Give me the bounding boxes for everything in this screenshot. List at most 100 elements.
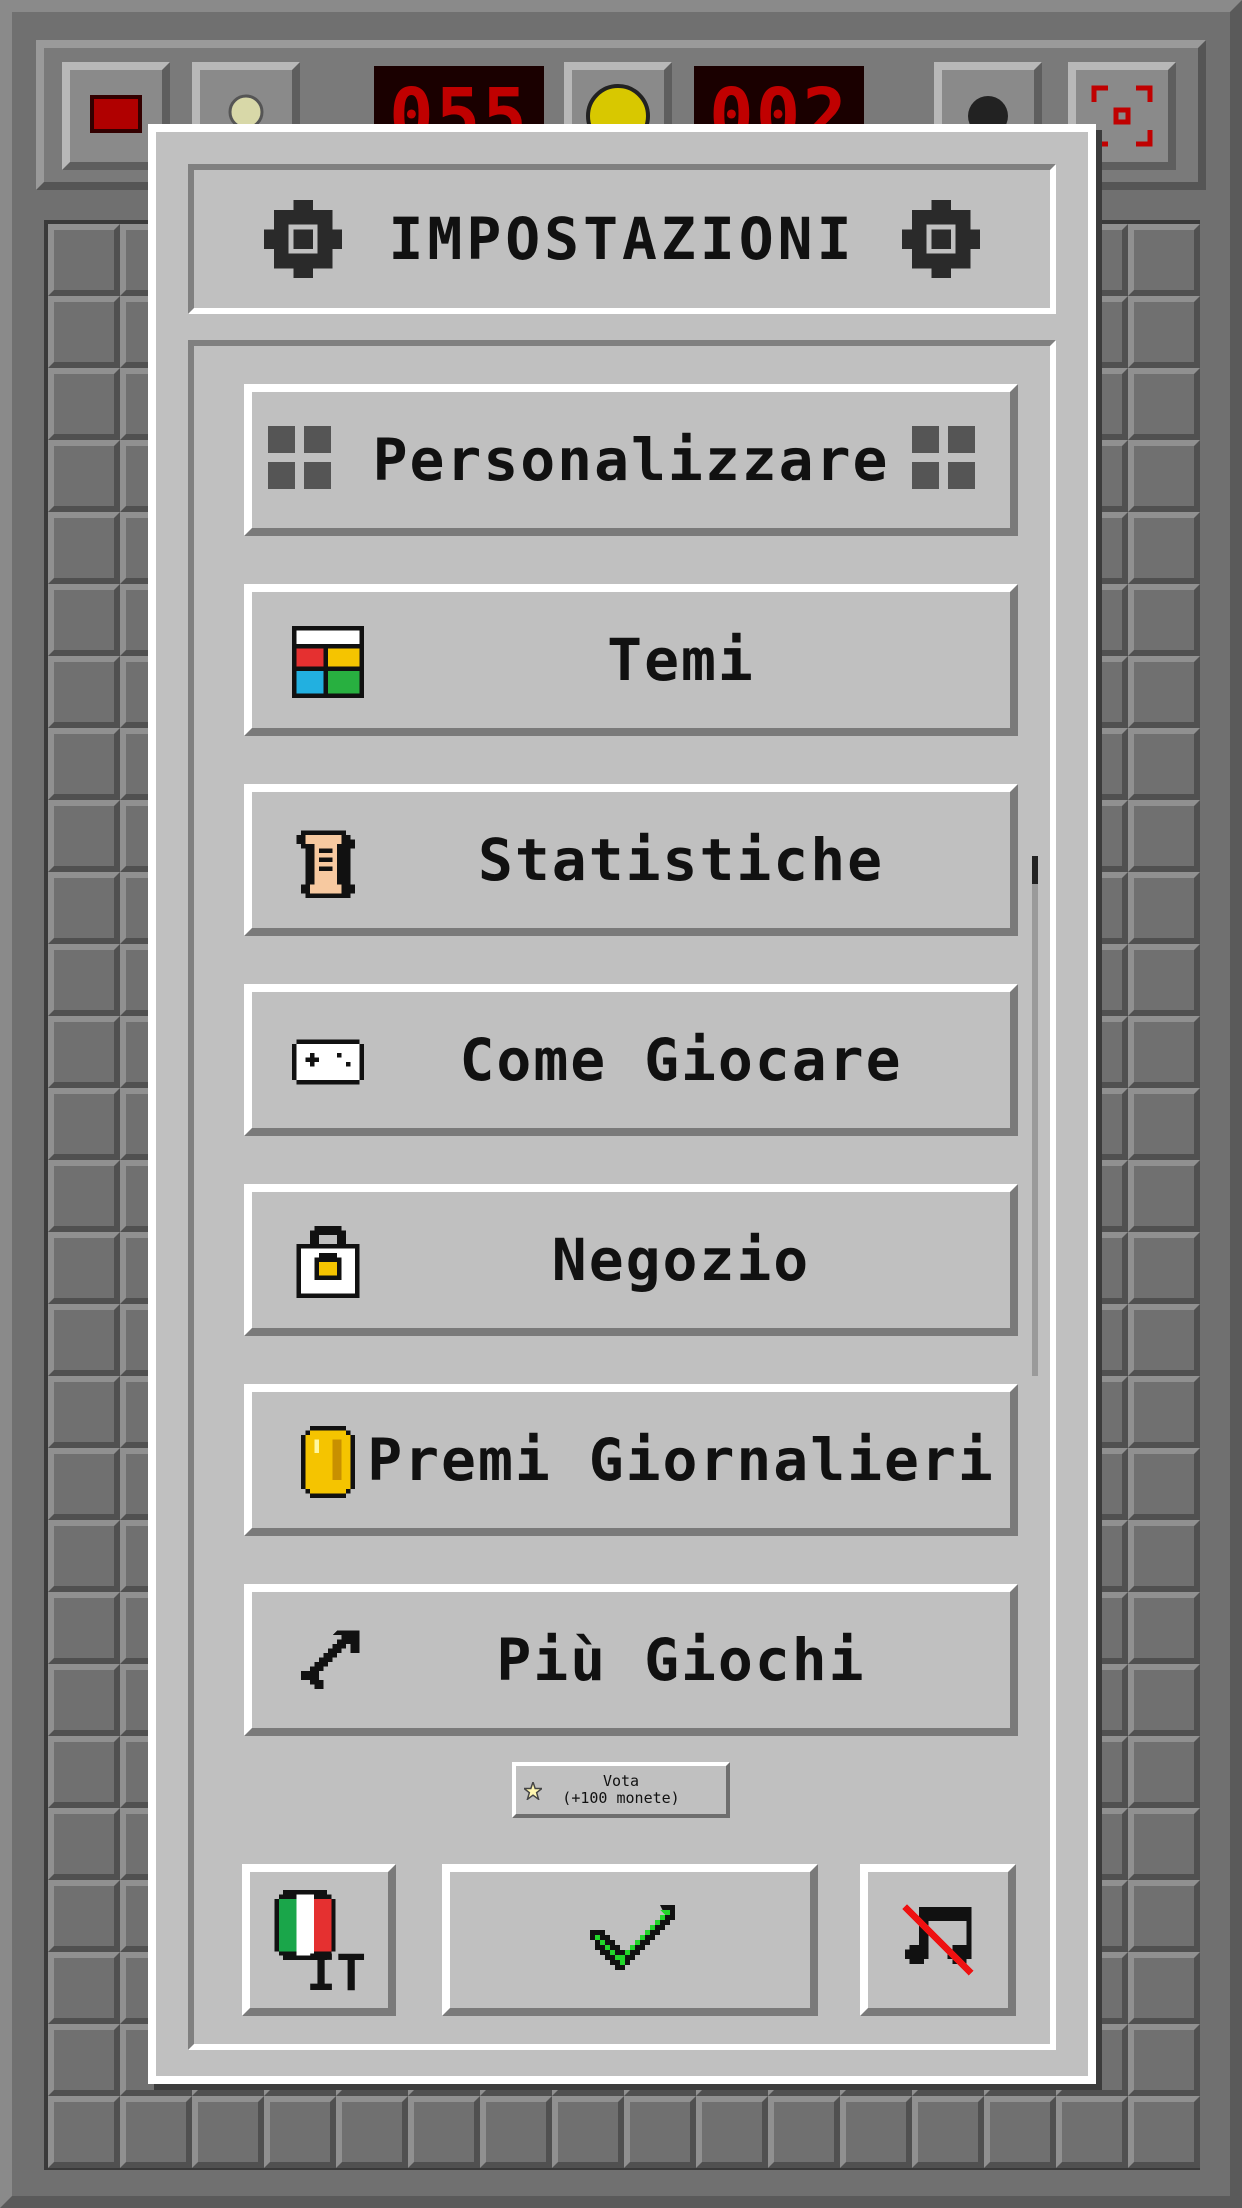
board-cell[interactable]: [1128, 656, 1200, 728]
board-cell[interactable]: [1128, 2096, 1200, 2168]
board-cell[interactable]: [48, 1808, 120, 1880]
more-games-label: Più Giochi: [496, 1626, 866, 1694]
board-cell[interactable]: [48, 296, 120, 368]
language-button[interactable]: IT: [242, 1864, 396, 2016]
board-cell[interactable]: [696, 2096, 768, 2168]
personalize-label: Personalizzare: [372, 426, 890, 494]
board-cell[interactable]: [1128, 584, 1200, 656]
board-cell[interactable]: [48, 1016, 120, 1088]
confirm-button[interactable]: [442, 1864, 818, 2016]
shop-label: Negozio: [551, 1226, 811, 1294]
board-cell[interactable]: [48, 1952, 120, 2024]
menu-scrollbar[interactable]: [1032, 856, 1038, 1376]
board-cell[interactable]: [48, 224, 120, 296]
board-cell[interactable]: [48, 584, 120, 656]
music-off-icon: [902, 1904, 974, 1976]
board-cell[interactable]: [912, 2096, 984, 2168]
how-to-play-label: Come Giocare: [459, 1026, 903, 1094]
board-cell[interactable]: [1128, 1448, 1200, 1520]
language-code: IT: [306, 1944, 367, 2002]
gear-icon: [264, 200, 343, 278]
board-cell[interactable]: [1128, 728, 1200, 800]
rate-reward-label: (+100 monete): [562, 1789, 680, 1807]
board-cell[interactable]: [192, 2096, 264, 2168]
board-cell[interactable]: [1128, 368, 1200, 440]
board-cell[interactable]: [48, 656, 120, 728]
board-cell[interactable]: [48, 800, 120, 872]
board-cell[interactable]: [48, 1736, 120, 1808]
how-to-play-button[interactable]: Come Giocare: [244, 984, 1018, 1136]
board-cell[interactable]: [1128, 1232, 1200, 1304]
board-cell[interactable]: [1128, 872, 1200, 944]
board-cell[interactable]: [1128, 1592, 1200, 1664]
board-cell[interactable]: [120, 2096, 192, 2168]
board-cell[interactable]: [264, 2096, 336, 2168]
board-cell[interactable]: [1128, 1304, 1200, 1376]
scrollbar-thumb[interactable]: [1032, 856, 1038, 884]
board-cell[interactable]: [1056, 2096, 1128, 2168]
board-cell[interactable]: [1128, 1520, 1200, 1592]
board-cell[interactable]: [480, 2096, 552, 2168]
star-icon: [524, 1782, 542, 1800]
board-cell[interactable]: [1128, 1160, 1200, 1232]
board-cell[interactable]: [48, 1592, 120, 1664]
board-cell[interactable]: [48, 944, 120, 1016]
board-cell[interactable]: [48, 2024, 120, 2096]
more-games-button[interactable]: Più Giochi: [244, 1584, 1018, 1736]
board-cell[interactable]: [1128, 800, 1200, 872]
board-cell[interactable]: [48, 1232, 120, 1304]
dialog-title-bar: IMPOSTAZIONI: [188, 164, 1056, 314]
board-cell[interactable]: [1128, 1808, 1200, 1880]
board-cell[interactable]: [1128, 2024, 1200, 2096]
board-cell[interactable]: [840, 2096, 912, 2168]
board-cell[interactable]: [1128, 1880, 1200, 1952]
board-cell[interactable]: [48, 1304, 120, 1376]
checkmark-icon: [590, 1905, 675, 1970]
statistics-button[interactable]: Statistiche: [244, 784, 1018, 936]
settings-dialog: IMPOSTAZIONI Personalizzare Temi Statist…: [148, 124, 1096, 2084]
board-cell[interactable]: [768, 2096, 840, 2168]
board-cell[interactable]: [48, 872, 120, 944]
board-cell[interactable]: [48, 1160, 120, 1232]
board-cell[interactable]: [984, 2096, 1056, 2168]
board-cell[interactable]: [1128, 1016, 1200, 1088]
music-toggle-button[interactable]: [860, 1864, 1016, 2016]
flag-icon: [90, 95, 142, 133]
board-cell[interactable]: [336, 2096, 408, 2168]
board-cell[interactable]: [48, 728, 120, 800]
board-cell[interactable]: [552, 2096, 624, 2168]
board-cell[interactable]: [48, 1880, 120, 1952]
board-cell[interactable]: [1128, 1376, 1200, 1448]
board-cell[interactable]: [1128, 1736, 1200, 1808]
board-cell[interactable]: [1128, 1952, 1200, 2024]
board-cell[interactable]: [48, 440, 120, 512]
personalize-button[interactable]: Personalizzare: [244, 384, 1018, 536]
board-cell[interactable]: [1128, 944, 1200, 1016]
board-cell[interactable]: [1128, 512, 1200, 584]
board-cell[interactable]: [48, 512, 120, 584]
board-cell[interactable]: [48, 1448, 120, 1520]
daily-rewards-label: Premi Giornalieri: [367, 1426, 995, 1494]
gear-icon: [901, 200, 980, 278]
grid-squares-icon: [912, 426, 975, 489]
board-cell[interactable]: [1128, 224, 1200, 296]
themes-button[interactable]: Temi: [244, 584, 1018, 736]
board-cell[interactable]: [48, 1520, 120, 1592]
board-cell[interactable]: [48, 2096, 120, 2168]
shop-button[interactable]: Negozio: [244, 1184, 1018, 1336]
board-cell[interactable]: [48, 1376, 120, 1448]
dialog-title: IMPOSTAZIONI: [388, 205, 856, 273]
rate-label: Vota: [602, 1772, 640, 1790]
board-cell[interactable]: [1128, 1088, 1200, 1160]
board-cell[interactable]: [48, 1088, 120, 1160]
board-cell[interactable]: [48, 1664, 120, 1736]
board-cell[interactable]: [1128, 440, 1200, 512]
rate-app-button[interactable]: Vota (+100 monete): [512, 1762, 730, 1818]
board-cell[interactable]: [1128, 296, 1200, 368]
daily-rewards-button[interactable]: Premi Giornalieri: [244, 1384, 1018, 1536]
statistics-label: Statistiche: [477, 826, 885, 894]
board-cell[interactable]: [1128, 1664, 1200, 1736]
board-cell[interactable]: [48, 368, 120, 440]
board-cell[interactable]: [624, 2096, 696, 2168]
board-cell[interactable]: [408, 2096, 480, 2168]
